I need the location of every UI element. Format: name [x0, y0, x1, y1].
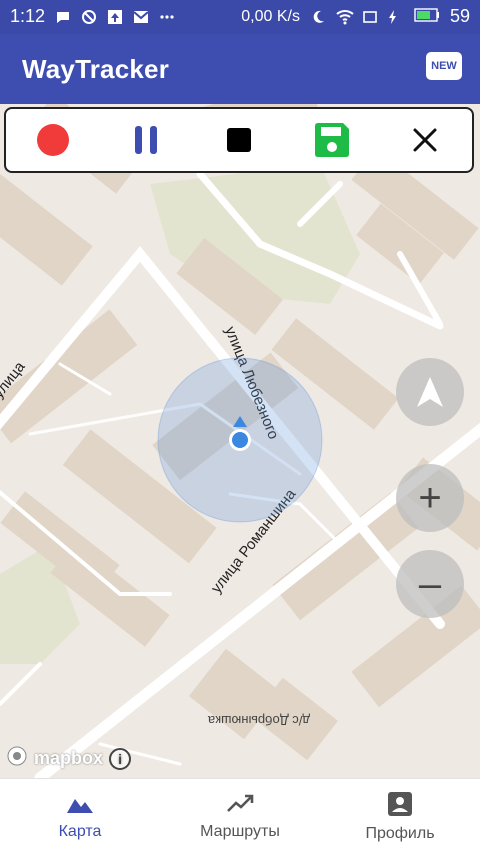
network-speed: 0,00 K/s [241, 7, 300, 25]
stop-button[interactable] [215, 116, 263, 164]
record-icon [36, 124, 69, 156]
map-canvas[interactable]: улица Любезного улица Романшина улица д/… [0, 104, 480, 778]
rotate-icon [362, 9, 378, 25]
status-time: 1:12 [10, 6, 46, 26]
pause-button[interactable] [122, 116, 170, 164]
mapbox-attribution[interactable]: mapbox i [6, 745, 132, 772]
nav-item-profile[interactable]: Профиль [320, 791, 480, 843]
new-badge[interactable]: NEW [426, 52, 462, 80]
info-icon[interactable]: i [109, 747, 132, 770]
map-view[interactable]: улица Любезного улица Романшина улица д/… [0, 104, 480, 778]
app-bar: WayTracker NEW [0, 34, 480, 104]
close-button[interactable] [401, 116, 449, 164]
nav-label-profile: Профиль [365, 824, 435, 842]
compass-button[interactable] [396, 358, 464, 426]
nav-item-routes[interactable]: Маршруты [160, 793, 320, 841]
close-icon [413, 128, 437, 152]
blocked-icon [81, 9, 97, 25]
status-left: 1:12 [10, 6, 175, 27]
mail-icon [133, 9, 149, 25]
pause-icon [134, 126, 157, 154]
tracking-controls [4, 107, 474, 173]
mapbox-wordmark: mapbox [34, 748, 104, 768]
save-icon [315, 123, 350, 157]
poi-label: д/с Добрынюшка [207, 713, 310, 728]
save-button[interactable] [308, 116, 356, 164]
battery-icon [414, 6, 440, 27]
map-icon [67, 798, 93, 813]
stop-icon [226, 128, 251, 152]
more-icon [159, 9, 175, 25]
moon-icon [310, 9, 326, 25]
chat-bubble-icon [55, 9, 71, 25]
profile-icon [388, 791, 412, 816]
nav-label-routes: Маршруты [200, 822, 280, 840]
upload-icon [107, 9, 123, 25]
charging-icon [388, 9, 404, 25]
mapbox-logo-icon [6, 745, 28, 772]
zoom-in-button[interactable]: + [396, 464, 464, 532]
nav-item-map[interactable]: Карта [0, 793, 160, 841]
navigation-icon [417, 377, 443, 407]
record-button[interactable] [29, 116, 77, 164]
wifi-icon [336, 9, 354, 25]
app-title: WayTracker [22, 54, 170, 84]
zoom-out-button[interactable]: – [396, 550, 464, 618]
nav-label-map: Карта [58, 822, 102, 840]
status-bar: 1:12 0,00 K/s 59 [0, 0, 480, 34]
trending-icon [227, 794, 254, 812]
status-right: 0,00 K/s 59 [241, 6, 470, 27]
battery-level: 59 [449, 6, 470, 26]
bottom-navigation: Карта Маршруты Профиль [0, 778, 480, 854]
